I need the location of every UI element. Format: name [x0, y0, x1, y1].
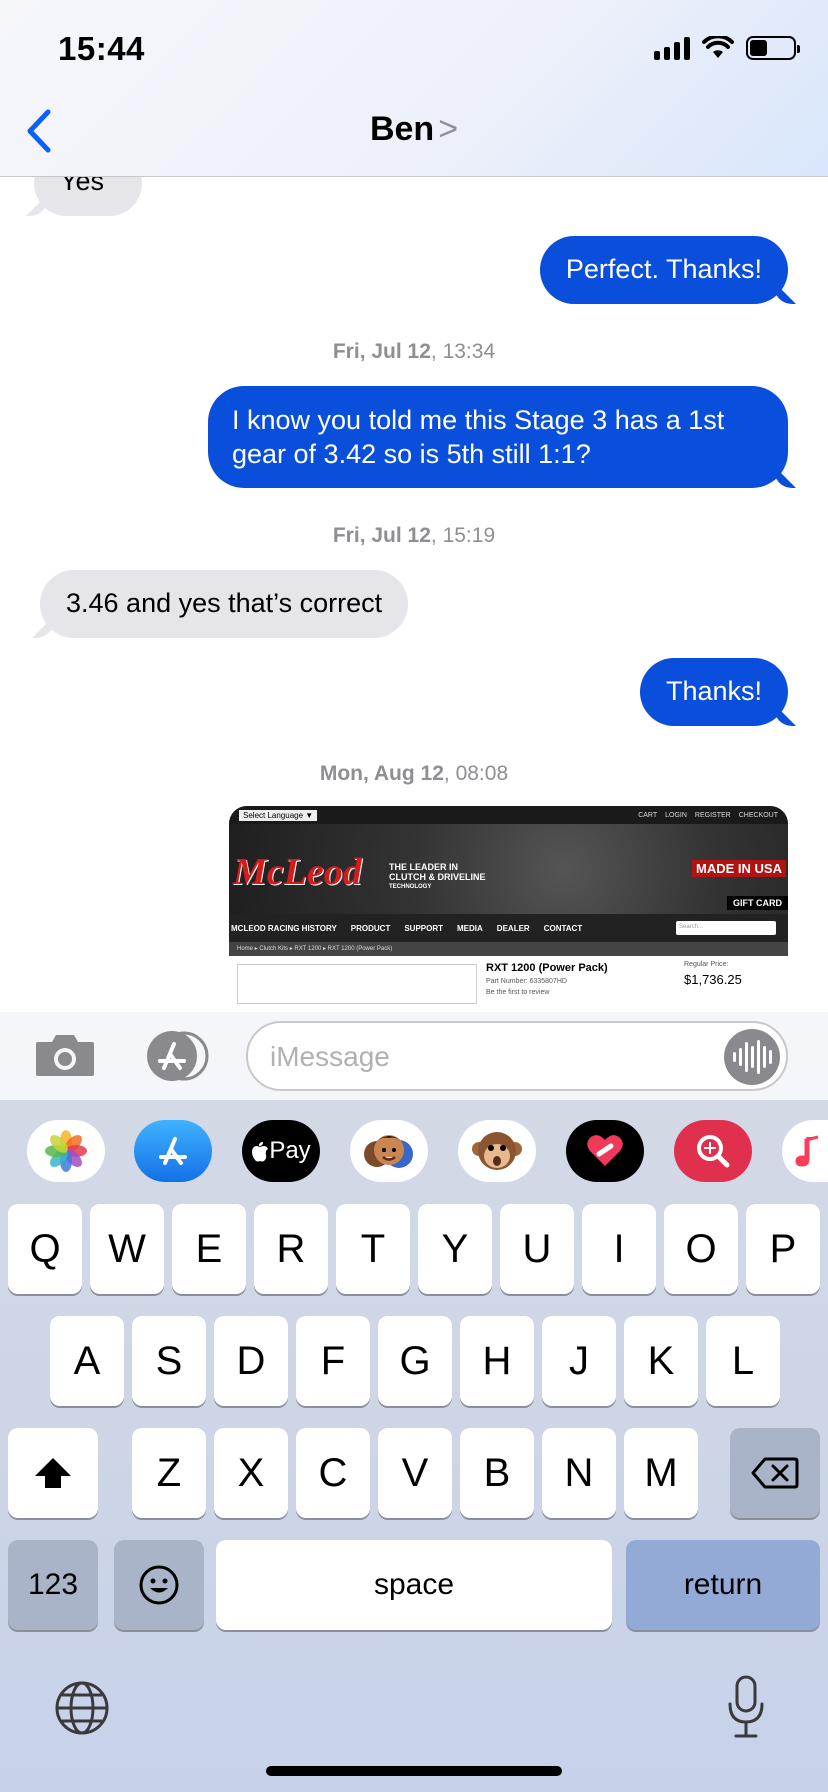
memoji-app-icon[interactable] — [350, 1120, 428, 1182]
key-i[interactable]: I — [582, 1204, 656, 1294]
regular-price-label: Regular Price: — [684, 961, 729, 968]
shift-icon — [35, 1458, 71, 1488]
message-text: Perfect. Thanks! — [565, 254, 762, 284]
key-v[interactable]: V — [378, 1428, 452, 1518]
cellular-signal-icon — [654, 36, 690, 60]
timestamp: Fri, Jul 12, 13:34 — [332, 340, 496, 363]
apple-pay-app-icon[interactable]: Pay — [242, 1120, 320, 1182]
message-text: 3.46 and yes that’s correct — [66, 588, 383, 618]
digital-touch-app-icon[interactable] — [566, 1120, 644, 1182]
key-f[interactable]: F — [296, 1316, 370, 1406]
numbers-key[interactable]: 123 — [8, 1540, 98, 1630]
audio-message-icon[interactable] — [724, 1029, 780, 1085]
part-number: Part Number: 6335807HD — [486, 978, 567, 985]
key-c[interactable]: C — [296, 1428, 370, 1518]
key-w[interactable]: W — [90, 1204, 164, 1294]
site-search: Search... — [676, 921, 776, 935]
status-time: 15:44 — [58, 30, 145, 67]
timestamp: Fri, Jul 12, 15:19 — [332, 524, 496, 547]
key-o[interactable]: O — [664, 1204, 738, 1294]
gift-card-badge: GIFT CARD — [727, 896, 788, 910]
key-t[interactable]: T — [336, 1204, 410, 1294]
app-drawer: Pay — [0, 1120, 828, 1184]
key-q[interactable]: Q — [8, 1204, 82, 1294]
key-a[interactable]: A — [50, 1316, 124, 1406]
message-input-field[interactable] — [246, 1021, 788, 1091]
key-s[interactable]: S — [132, 1316, 206, 1406]
timestamp: Mon, Aug 12, 08:08 — [319, 762, 509, 785]
music-app-icon[interactable] — [782, 1120, 828, 1182]
keyboard: Pay Q W E R T Y U I O P A S D F G H J K … — [0, 1100, 828, 1792]
key-k[interactable]: K — [624, 1316, 698, 1406]
contact-name: Ben — [369, 110, 435, 148]
chevron-right-icon: > — [438, 110, 459, 148]
delete-key[interactable] — [730, 1428, 820, 1518]
wifi-icon — [702, 36, 734, 58]
image-search-app-icon[interactable] — [674, 1120, 752, 1182]
product-image-box — [237, 964, 477, 1004]
site-product: RXT 1200 (Power Pack) Part Number: 63358… — [229, 956, 788, 1012]
return-key[interactable]: return — [626, 1540, 820, 1630]
review-link: Be the first to review — [486, 989, 550, 996]
emoji-key[interactable] — [114, 1540, 204, 1630]
mcleod-logo: McLeod — [233, 851, 362, 893]
message-received[interactable]: 3.46 and yes that’s correct — [40, 570, 409, 638]
key-e[interactable]: E — [172, 1204, 246, 1294]
battery-icon — [746, 36, 800, 60]
key-j[interactable]: J — [542, 1316, 616, 1406]
site-breadcrumb: Home ▸ Clutch Kits ▸ RXT 1200 ▸ RXT 1200… — [229, 942, 788, 956]
delete-icon — [751, 1457, 799, 1489]
message-sent[interactable]: Thanks! — [639, 658, 788, 726]
site-topbar: Select Language ▼ CART LOGIN REGISTER CH… — [229, 806, 788, 824]
regular-price: $1,736.25 — [684, 972, 742, 987]
compose-bar — [0, 1012, 828, 1100]
home-indicator[interactable] — [266, 1766, 562, 1776]
app-store-app-icon[interactable] — [134, 1120, 212, 1182]
key-r[interactable]: R — [254, 1204, 328, 1294]
key-l[interactable]: L — [706, 1316, 780, 1406]
message-sent[interactable]: Perfect. Thanks! — [539, 236, 788, 304]
made-in-usa-badge: MADE IN USA — [692, 860, 786, 877]
photos-app-icon[interactable] — [27, 1120, 105, 1182]
navigation-bar: 15:44 Ben > — [0, 0, 828, 177]
key-m[interactable]: M — [624, 1428, 698, 1518]
key-y[interactable]: Y — [418, 1204, 492, 1294]
key-h[interactable]: H — [460, 1316, 534, 1406]
space-key[interactable]: space — [216, 1540, 612, 1630]
site-hero: McLeod THE LEADER IN CLUTCH & DRIVELINE … — [229, 824, 788, 914]
key-b[interactable]: B — [460, 1428, 534, 1518]
key-n[interactable]: N — [542, 1428, 616, 1518]
message-text: Thanks! — [665, 676, 762, 706]
key-p[interactable]: P — [746, 1204, 820, 1294]
key-d[interactable]: D — [214, 1316, 288, 1406]
apple-pay-label: Pay — [269, 1137, 311, 1164]
message-sent[interactable]: I know you told me this Stage 3 has a 1s… — [208, 386, 788, 488]
status-icons — [654, 36, 800, 60]
emoji-icon — [139, 1565, 179, 1605]
shift-key[interactable] — [8, 1428, 98, 1518]
language-select: Select Language ▼ — [239, 809, 318, 821]
message-text: I know you told me this Stage 3 has a 1s… — [232, 405, 725, 469]
product-title: RXT 1200 (Power Pack) — [486, 962, 608, 974]
image-attachment[interactable]: Select Language ▼ CART LOGIN REGISTER CH… — [229, 806, 788, 1012]
site-top-links: CART LOGIN REGISTER CHECKOUT — [638, 811, 778, 819]
microphone-icon[interactable] — [726, 1674, 766, 1740]
message-input[interactable] — [270, 1036, 710, 1078]
key-z[interactable]: Z — [132, 1428, 206, 1518]
apple-logo-icon — [252, 1142, 269, 1162]
globe-icon[interactable] — [54, 1680, 110, 1736]
key-u[interactable]: U — [500, 1204, 574, 1294]
contact-name-button[interactable]: Ben > — [0, 110, 828, 149]
animoji-app-icon[interactable] — [458, 1120, 536, 1182]
key-g[interactable]: G — [378, 1316, 452, 1406]
site-nav: MCLEOD RACING HISTORY PRODUCT SUPPORT ME… — [229, 914, 788, 942]
key-x[interactable]: X — [214, 1428, 288, 1518]
camera-icon[interactable] — [34, 1032, 96, 1078]
site-tagline: THE LEADER IN CLUTCH & DRIVELINE TECHNOL… — [389, 862, 486, 890]
app-store-icon[interactable] — [140, 1030, 210, 1082]
